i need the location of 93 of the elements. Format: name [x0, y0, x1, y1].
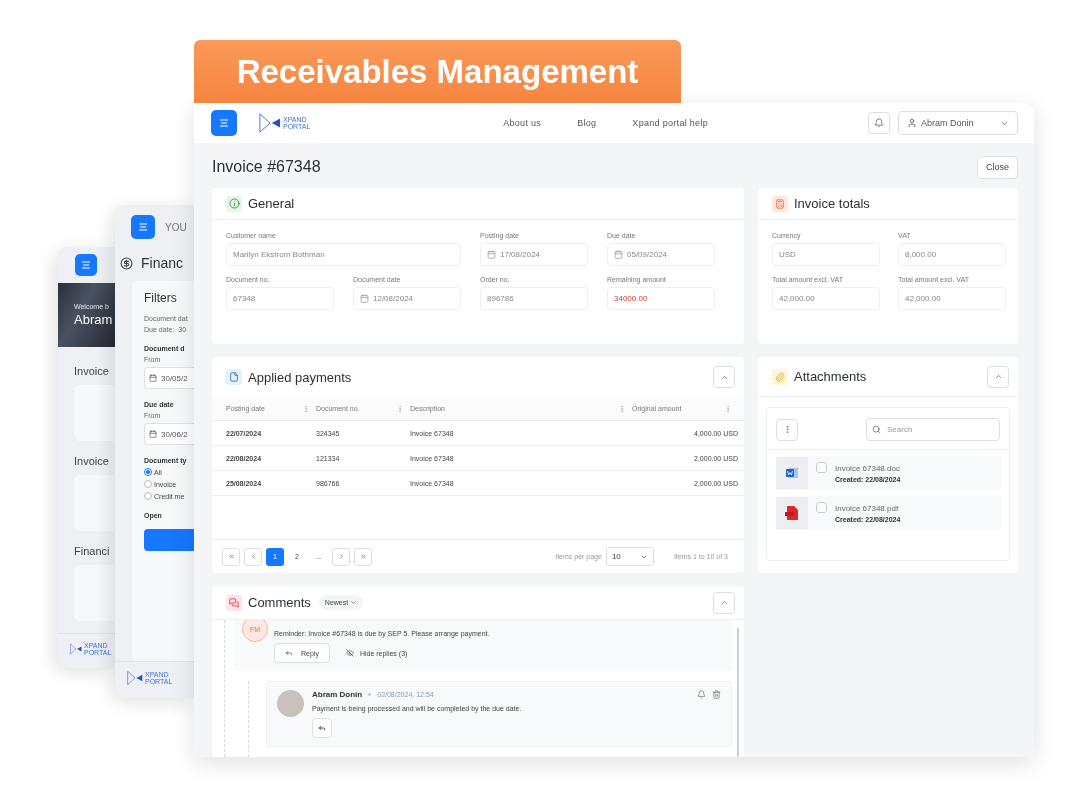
collapse-button[interactable]	[713, 366, 735, 388]
date-field[interactable]: 30/06/2	[144, 423, 194, 445]
reply-icon	[285, 649, 293, 657]
reply-icon	[318, 724, 326, 732]
calendar-icon	[487, 250, 496, 259]
info-icon	[226, 195, 242, 212]
bell-icon	[697, 690, 706, 699]
calculator-icon	[772, 195, 788, 212]
chevron-up-icon	[993, 372, 1003, 381]
menu-icon	[138, 223, 148, 231]
input-field[interactable]: 34000.00	[607, 287, 715, 310]
last-page-icon	[359, 553, 367, 560]
calendar-icon	[149, 374, 157, 382]
page-title: Financ	[141, 255, 184, 271]
user-icon	[907, 118, 917, 128]
input-field[interactable]: 42,000.00	[772, 287, 880, 310]
logo-icon	[127, 670, 143, 686]
card-title: General	[248, 196, 295, 211]
collapse-button[interactable]	[713, 591, 735, 614]
nav-link[interactable]: Blog	[577, 118, 597, 128]
input-field[interactable]: USD	[772, 243, 880, 266]
next-page-button[interactable]	[332, 547, 350, 566]
logo-icon	[259, 112, 281, 134]
banner-title: Receivables Management	[194, 40, 681, 103]
card-title: Attachments	[794, 369, 867, 384]
input-field[interactable]: 42,000.00	[898, 287, 1006, 310]
kebab-icon	[302, 404, 310, 413]
eye-off-icon	[345, 649, 354, 657]
section-title: Financi	[74, 545, 111, 557]
menu-button[interactable]	[131, 215, 155, 239]
dollar-icon	[120, 256, 133, 270]
paperclip-icon	[772, 368, 788, 385]
close-button[interactable]: Close	[977, 155, 1018, 179]
date-field[interactable]: 30/05/2	[144, 367, 194, 389]
notification-button[interactable]	[868, 112, 890, 134]
nav-link[interactable]: Xpand portal help	[632, 118, 708, 128]
kebab-icon	[724, 404, 732, 413]
card-title: Applied payments	[248, 369, 352, 385]
card-title: Comments	[248, 595, 311, 610]
input-field[interactable]: 67348	[226, 287, 334, 310]
file-name: Invoice 67348.pdf	[835, 503, 900, 513]
menu-button[interactable]	[211, 110, 237, 136]
nav-link[interactable]: About us	[503, 118, 542, 128]
menu-icon	[219, 119, 229, 127]
search-icon	[872, 425, 881, 434]
chevron-up-icon	[719, 598, 729, 607]
bell-icon	[874, 118, 884, 128]
reply-button[interactable]	[312, 718, 332, 738]
author-name: Abram Donin	[312, 690, 363, 699]
last-page-button[interactable]	[354, 547, 372, 566]
kebab-icon	[396, 404, 404, 413]
chat-icon	[226, 594, 242, 611]
first-page-button[interactable]	[222, 547, 240, 566]
apply-button[interactable]	[144, 529, 194, 551]
calendar-icon	[360, 294, 369, 303]
trash-icon	[712, 690, 721, 699]
checkbox[interactable]	[816, 462, 827, 473]
input-field[interactable]: 17/08/2024	[480, 243, 588, 266]
file-name: Invoice 67348.doc	[835, 463, 901, 473]
user-name: Abram	[74, 312, 114, 327]
section-title: Invoice	[74, 455, 110, 467]
search-field[interactable]: Search	[866, 418, 1000, 441]
header-text: YOU	[165, 221, 187, 233]
calendar-icon	[149, 430, 157, 438]
section-title: Invoice	[74, 365, 110, 377]
document-icon	[226, 369, 242, 385]
logo-icon	[70, 643, 82, 655]
chevron-down-icon	[350, 599, 358, 606]
pdf-document-icon	[785, 505, 799, 521]
menu-button[interactable]	[75, 254, 97, 276]
input-field[interactable]: 05/09/2024	[607, 243, 715, 266]
collapse-button[interactable]	[987, 365, 1009, 388]
card-title: Invoice totals	[794, 196, 870, 211]
filters-title: Filters	[144, 291, 178, 305]
page-title: Invoice #67348	[212, 158, 321, 176]
input-field[interactable]: 8,000.00	[898, 243, 1006, 266]
checkbox[interactable]	[816, 502, 827, 513]
input-field[interactable]: 12/08/2024	[353, 287, 461, 310]
more-button[interactable]	[776, 418, 798, 441]
user-menu[interactable]: Abram Donin	[898, 111, 1018, 135]
input-field[interactable]: 896786	[480, 287, 588, 310]
calendar-icon	[614, 250, 623, 259]
previous-page-button[interactable]	[244, 547, 262, 566]
chevron-right-icon	[337, 553, 345, 560]
items-per-page-select[interactable]: 10	[605, 547, 654, 566]
scrollbar[interactable]	[737, 628, 739, 757]
kebab-icon	[618, 404, 626, 413]
avatar	[277, 690, 304, 717]
chevron-left-icon	[249, 553, 257, 560]
menu-icon	[81, 261, 91, 269]
input-field[interactable]: Marilyn Ekstrom Bothman	[226, 243, 461, 266]
first-page-icon	[227, 553, 235, 560]
word-document-icon	[785, 466, 799, 480]
